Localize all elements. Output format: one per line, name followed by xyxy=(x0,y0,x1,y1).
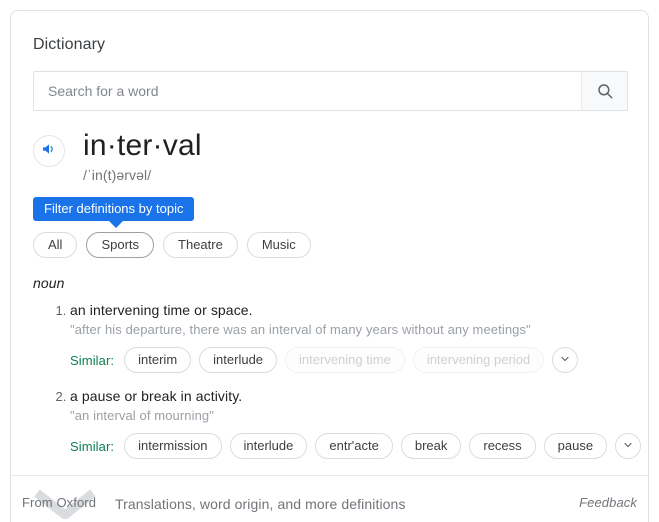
pronounce-button[interactable] xyxy=(33,135,65,167)
dictionary-panel: Dictionary Search for a word in·ter·val … xyxy=(0,0,659,522)
chevron-down-icon xyxy=(622,439,634,454)
filter-tooltip: Filter definitions by topic xyxy=(33,197,195,228)
similar-label: Similar: xyxy=(70,438,115,454)
topic-chip-sports[interactable]: Sports xyxy=(86,232,155,258)
similar-row: Similar: interim interlude intervening t… xyxy=(70,347,626,373)
synonym-chip[interactable]: break xyxy=(400,433,462,459)
definition-example: "after his departure, there was an inter… xyxy=(70,322,531,337)
show-more-synonyms-button[interactable] xyxy=(552,347,579,373)
chevron-down-icon xyxy=(559,353,571,368)
definition-item: an intervening time or space. "after his… xyxy=(70,301,626,373)
similar-label: Similar: xyxy=(70,352,115,368)
source-attribution: From Oxford xyxy=(22,495,97,510)
dictionary-card: Dictionary Search for a word in·ter·val … xyxy=(10,10,649,522)
definition-example: "an interval of mourning" xyxy=(70,408,214,423)
synonym-chip[interactable]: pause xyxy=(543,433,608,459)
headword: in·ter·val xyxy=(83,129,202,162)
search-input[interactable] xyxy=(34,72,581,110)
topic-chip-theatre[interactable]: Theatre xyxy=(163,232,238,258)
topic-chip-music[interactable]: Music xyxy=(246,232,311,258)
similar-row: Similar: intermission interlude entr'act… xyxy=(70,433,642,459)
synonym-chip[interactable]: interlude xyxy=(199,347,278,373)
search-bar xyxy=(33,71,628,111)
topic-chip-all[interactable]: All xyxy=(33,232,78,258)
page-footer: From Oxford Feedback xyxy=(22,495,637,510)
definition-text: a pause or break in activity. xyxy=(70,388,243,404)
topic-filter-row: All Sports Theatre Music xyxy=(33,232,626,258)
part-of-speech: noun xyxy=(33,275,65,291)
headword-row: in·ter·val /ˈin(t)ərvəl/ xyxy=(33,129,626,183)
tooltip-wrapper: Filter definitions by topic xyxy=(33,197,626,228)
synonym-chip[interactable]: intermission xyxy=(124,433,222,459)
word-block: in·ter·val /ˈin(t)ərvəl/ xyxy=(83,129,202,183)
synonym-chip[interactable]: intervening period xyxy=(412,347,545,373)
phonetic-spelling: /ˈin(t)ərvəl/ xyxy=(83,167,152,183)
synonym-chip[interactable]: interim xyxy=(124,347,192,373)
search-button[interactable] xyxy=(581,72,627,110)
synonym-chip[interactable]: recess xyxy=(469,433,536,459)
feedback-link[interactable]: Feedback xyxy=(579,495,637,510)
search-icon xyxy=(596,82,614,100)
definition-text: an intervening time or space. xyxy=(70,302,253,318)
page-title: Dictionary xyxy=(33,36,106,53)
show-more-synonyms-button[interactable] xyxy=(615,433,642,459)
card-body: Dictionary Search for a word in·ter·val … xyxy=(11,11,648,459)
speaker-icon xyxy=(41,141,57,162)
synonym-chip[interactable]: intervening time xyxy=(285,347,405,373)
definition-item: a pause or break in activity. "an interv… xyxy=(70,387,642,459)
definition-list: an intervening time or space. "after his… xyxy=(33,301,642,459)
synonym-chip[interactable]: entr'acte xyxy=(315,433,393,459)
synonym-chip[interactable]: interlude xyxy=(229,433,308,459)
